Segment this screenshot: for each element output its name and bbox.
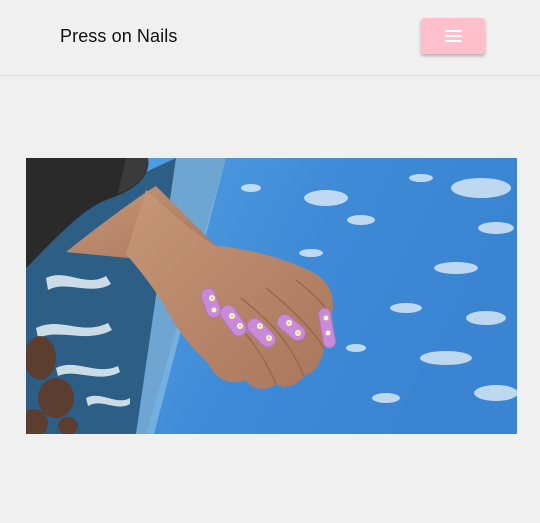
hamburger-menu-icon (445, 30, 462, 42)
hero-image (26, 158, 517, 434)
navbar: Press on Nails (0, 0, 540, 76)
menu-toggle-button[interactable] (421, 18, 485, 54)
brand-link[interactable]: Press on Nails (60, 24, 177, 48)
hero-photo (26, 158, 517, 434)
page: Press on Nails (0, 0, 540, 523)
